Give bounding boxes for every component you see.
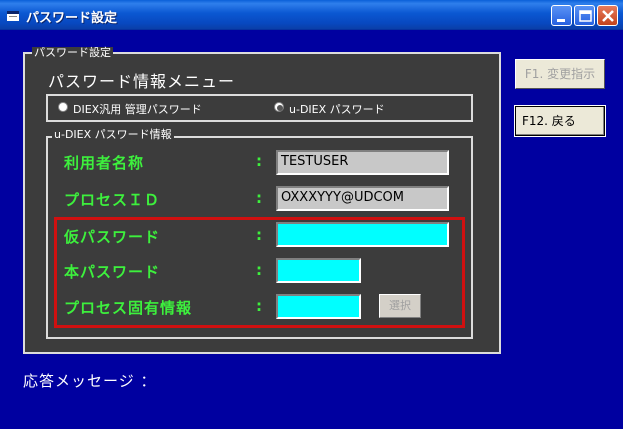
process-info-colon: : <box>256 297 262 315</box>
f1-change-button[interactable]: F1. 変更指示 <box>515 59 605 89</box>
maximize-button[interactable] <box>574 5 595 26</box>
maximize-icon <box>579 10 592 22</box>
window-title: パスワード設定 <box>26 11 118 26</box>
real-password-colon: : <box>256 261 262 279</box>
udiex-password-caption: u-DIEX パスワード情報 <box>52 128 174 141</box>
real-password-field[interactable] <box>276 258 361 283</box>
app-icon[interactable] <box>6 8 20 22</box>
user-name-label: 利用者名称 <box>64 154 145 172</box>
temp-password-label: 仮パスワード <box>64 228 161 246</box>
radio-udiex-password-label[interactable]: u-DIEX パスワード <box>289 101 385 117</box>
process-id-colon: : <box>256 189 262 207</box>
temp-password-colon: : <box>256 226 262 244</box>
f12-back-button[interactable]: F12. 戻る <box>514 105 606 137</box>
temp-password-field[interactable] <box>276 222 449 247</box>
minimize-button[interactable] <box>551 5 572 26</box>
user-name-field[interactable]: TESTUSER <box>276 150 449 175</box>
radio-udiex-password[interactable] <box>274 102 284 112</box>
response-message-label: 応答メッセージ ： <box>23 372 157 390</box>
user-name-colon: : <box>256 152 262 170</box>
close-button[interactable] <box>597 5 618 26</box>
radio-diex-admin-label[interactable]: DIEX汎用 管理パスワード <box>73 101 202 117</box>
radio-diex-admin[interactable] <box>58 102 68 112</box>
process-id-label: プロセスＩＤ <box>64 191 161 209</box>
password-settings-caption: パスワード設定 <box>32 46 113 59</box>
select-button[interactable]: 選択 <box>379 294 421 318</box>
close-icon <box>602 10 614 22</box>
process-id-field[interactable]: OXXXYYY@UDCOM <box>276 186 449 211</box>
process-info-label: プロセス固有情報 <box>64 299 193 317</box>
process-info-field[interactable] <box>276 294 361 319</box>
real-password-label: 本パスワード <box>64 263 161 281</box>
minimize-icon <box>557 19 565 22</box>
menu-title: パスワード情報メニュー <box>48 72 236 91</box>
